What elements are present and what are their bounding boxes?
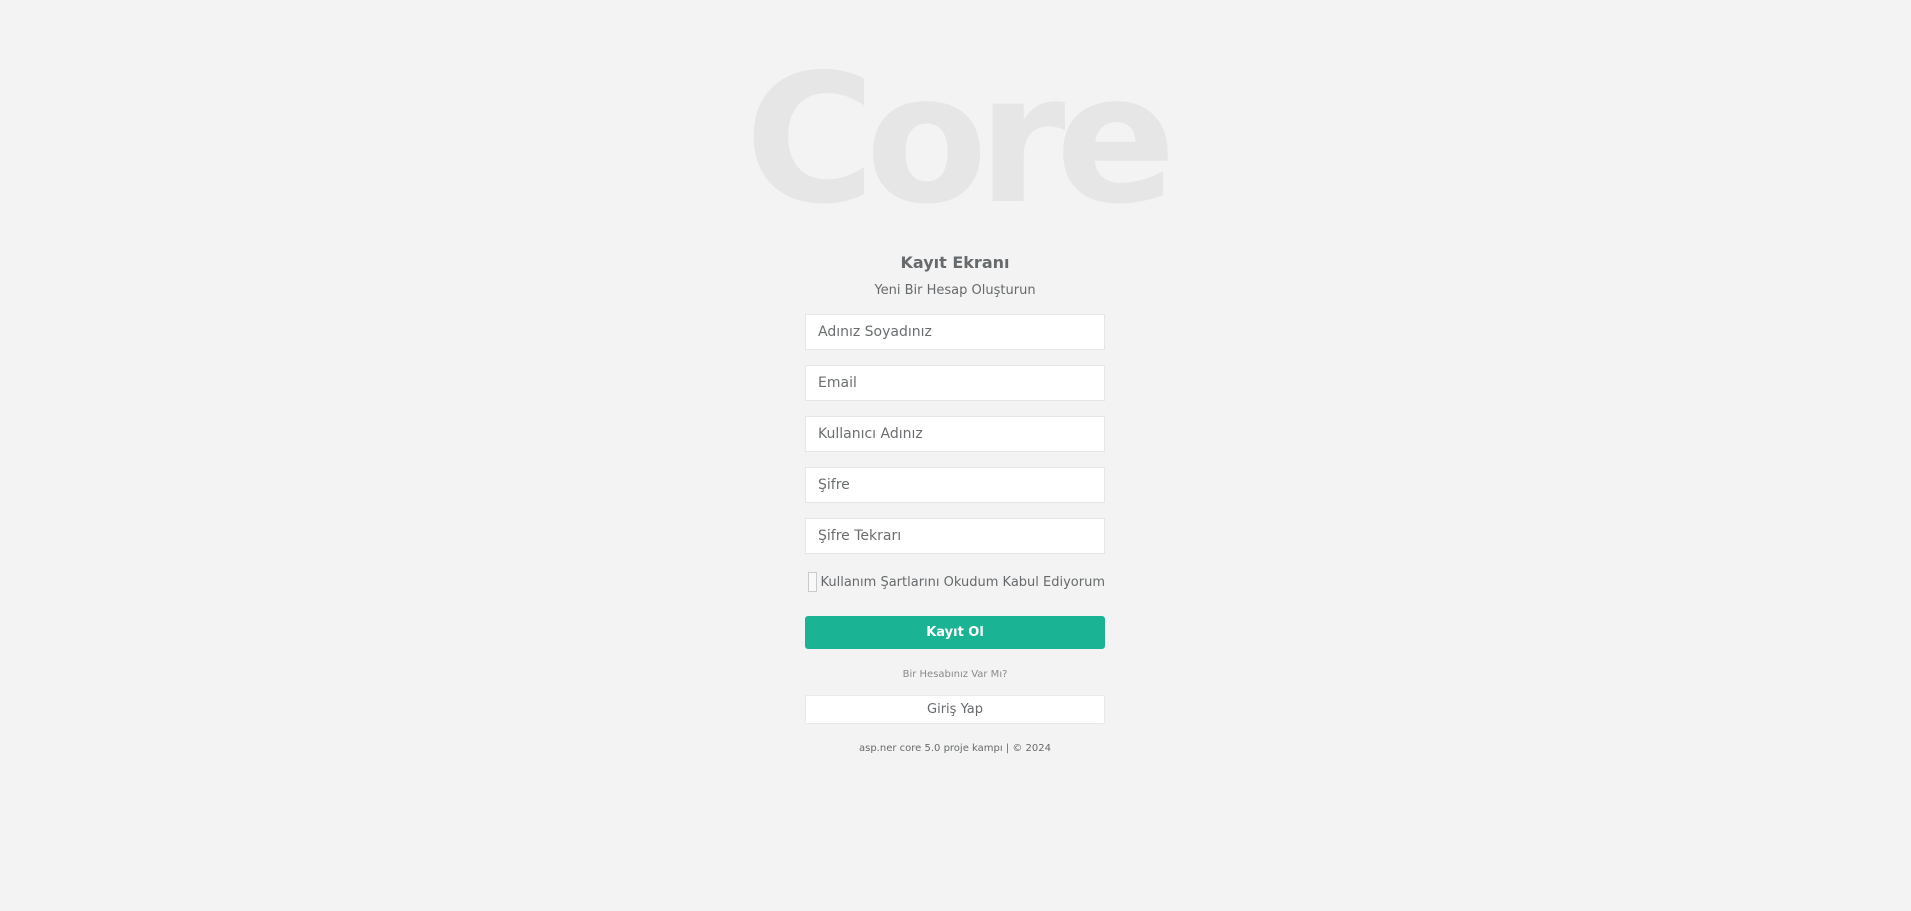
terms-row: Kullanım Şartlarını Okudum Kabul Ediyoru… (805, 570, 1105, 594)
password-input[interactable] (805, 467, 1105, 503)
register-page: Core Kayıt Ekranı Yeni Bir Hesap Oluştur… (0, 0, 1911, 911)
brand-logo: Core (744, 36, 1176, 243)
username-input[interactable] (805, 416, 1105, 452)
footer-text: asp.ner core 5.0 proje kampı | © 2024 (859, 743, 1051, 754)
email-input[interactable] (805, 365, 1105, 401)
password-repeat-input[interactable] (805, 518, 1105, 554)
login-button[interactable]: Giriş Yap (805, 695, 1105, 724)
have-account-text: Bir Hesabınız Var Mı? (902, 669, 1008, 680)
page-subtitle: Yeni Bir Hesap Oluşturun (874, 283, 1036, 298)
terms-label[interactable]: Kullanım Şartlarını Okudum Kabul Ediyoru… (821, 575, 1106, 590)
fullname-input[interactable] (805, 314, 1105, 350)
page-title: Kayıt Ekranı (900, 253, 1010, 272)
register-form: Kayıt Ekranı Yeni Bir Hesap Oluşturun Ku… (805, 252, 1105, 756)
terms-checkbox[interactable] (808, 572, 817, 592)
register-button[interactable]: Kayıt Ol (805, 616, 1105, 649)
